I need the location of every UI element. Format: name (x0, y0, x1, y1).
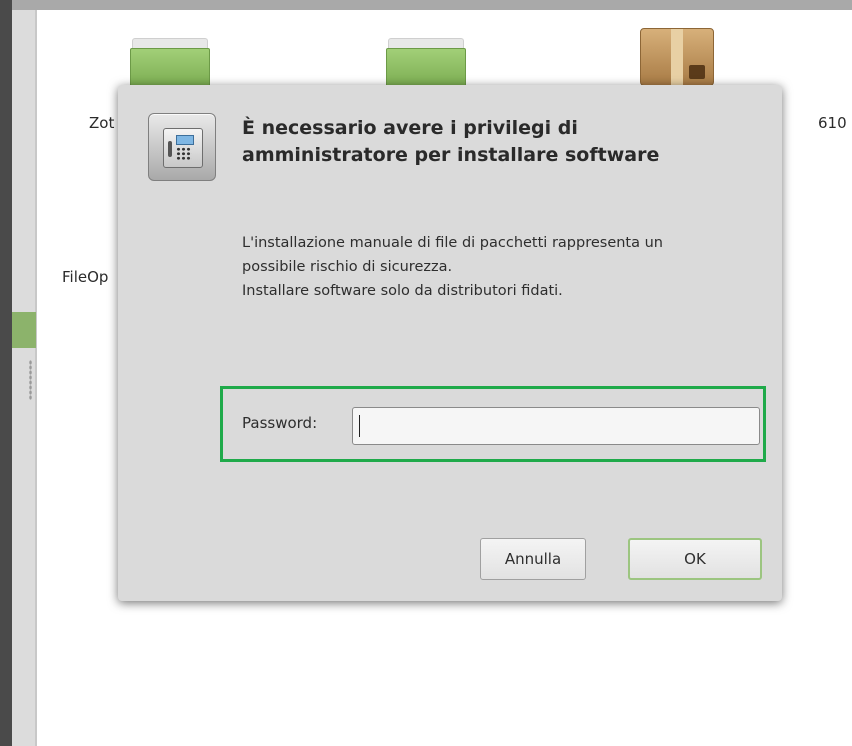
sidebar-selected-item[interactable] (12, 312, 36, 348)
left-side-panel (0, 0, 12, 746)
dialog-message: L'installazione manuale di file di pacch… (242, 235, 663, 299)
file-label-zot[interactable]: Zot (89, 114, 114, 132)
text-caret (359, 415, 360, 437)
dialog-title: È necessario avere i privilegi di ammini… (242, 117, 660, 166)
ok-button[interactable]: OK (628, 538, 762, 580)
folder-icon[interactable] (130, 38, 210, 90)
file-label-610[interactable]: 610 (818, 114, 847, 132)
sidebar-splitter[interactable] (12, 10, 36, 746)
package-icon[interactable] (640, 28, 714, 86)
window-top-border (0, 0, 852, 10)
safe-lock-icon (148, 113, 216, 181)
file-label-fileop[interactable]: FileOp (62, 268, 108, 286)
folder-icon[interactable] (386, 38, 466, 90)
splitter-grip-icon[interactable] (29, 360, 32, 400)
admin-auth-dialog: È necessario avere i privilegi di ammini… (118, 85, 782, 601)
password-label: Password: (242, 414, 318, 432)
cancel-button[interactable]: Annulla (480, 538, 586, 580)
password-field[interactable] (352, 407, 760, 445)
